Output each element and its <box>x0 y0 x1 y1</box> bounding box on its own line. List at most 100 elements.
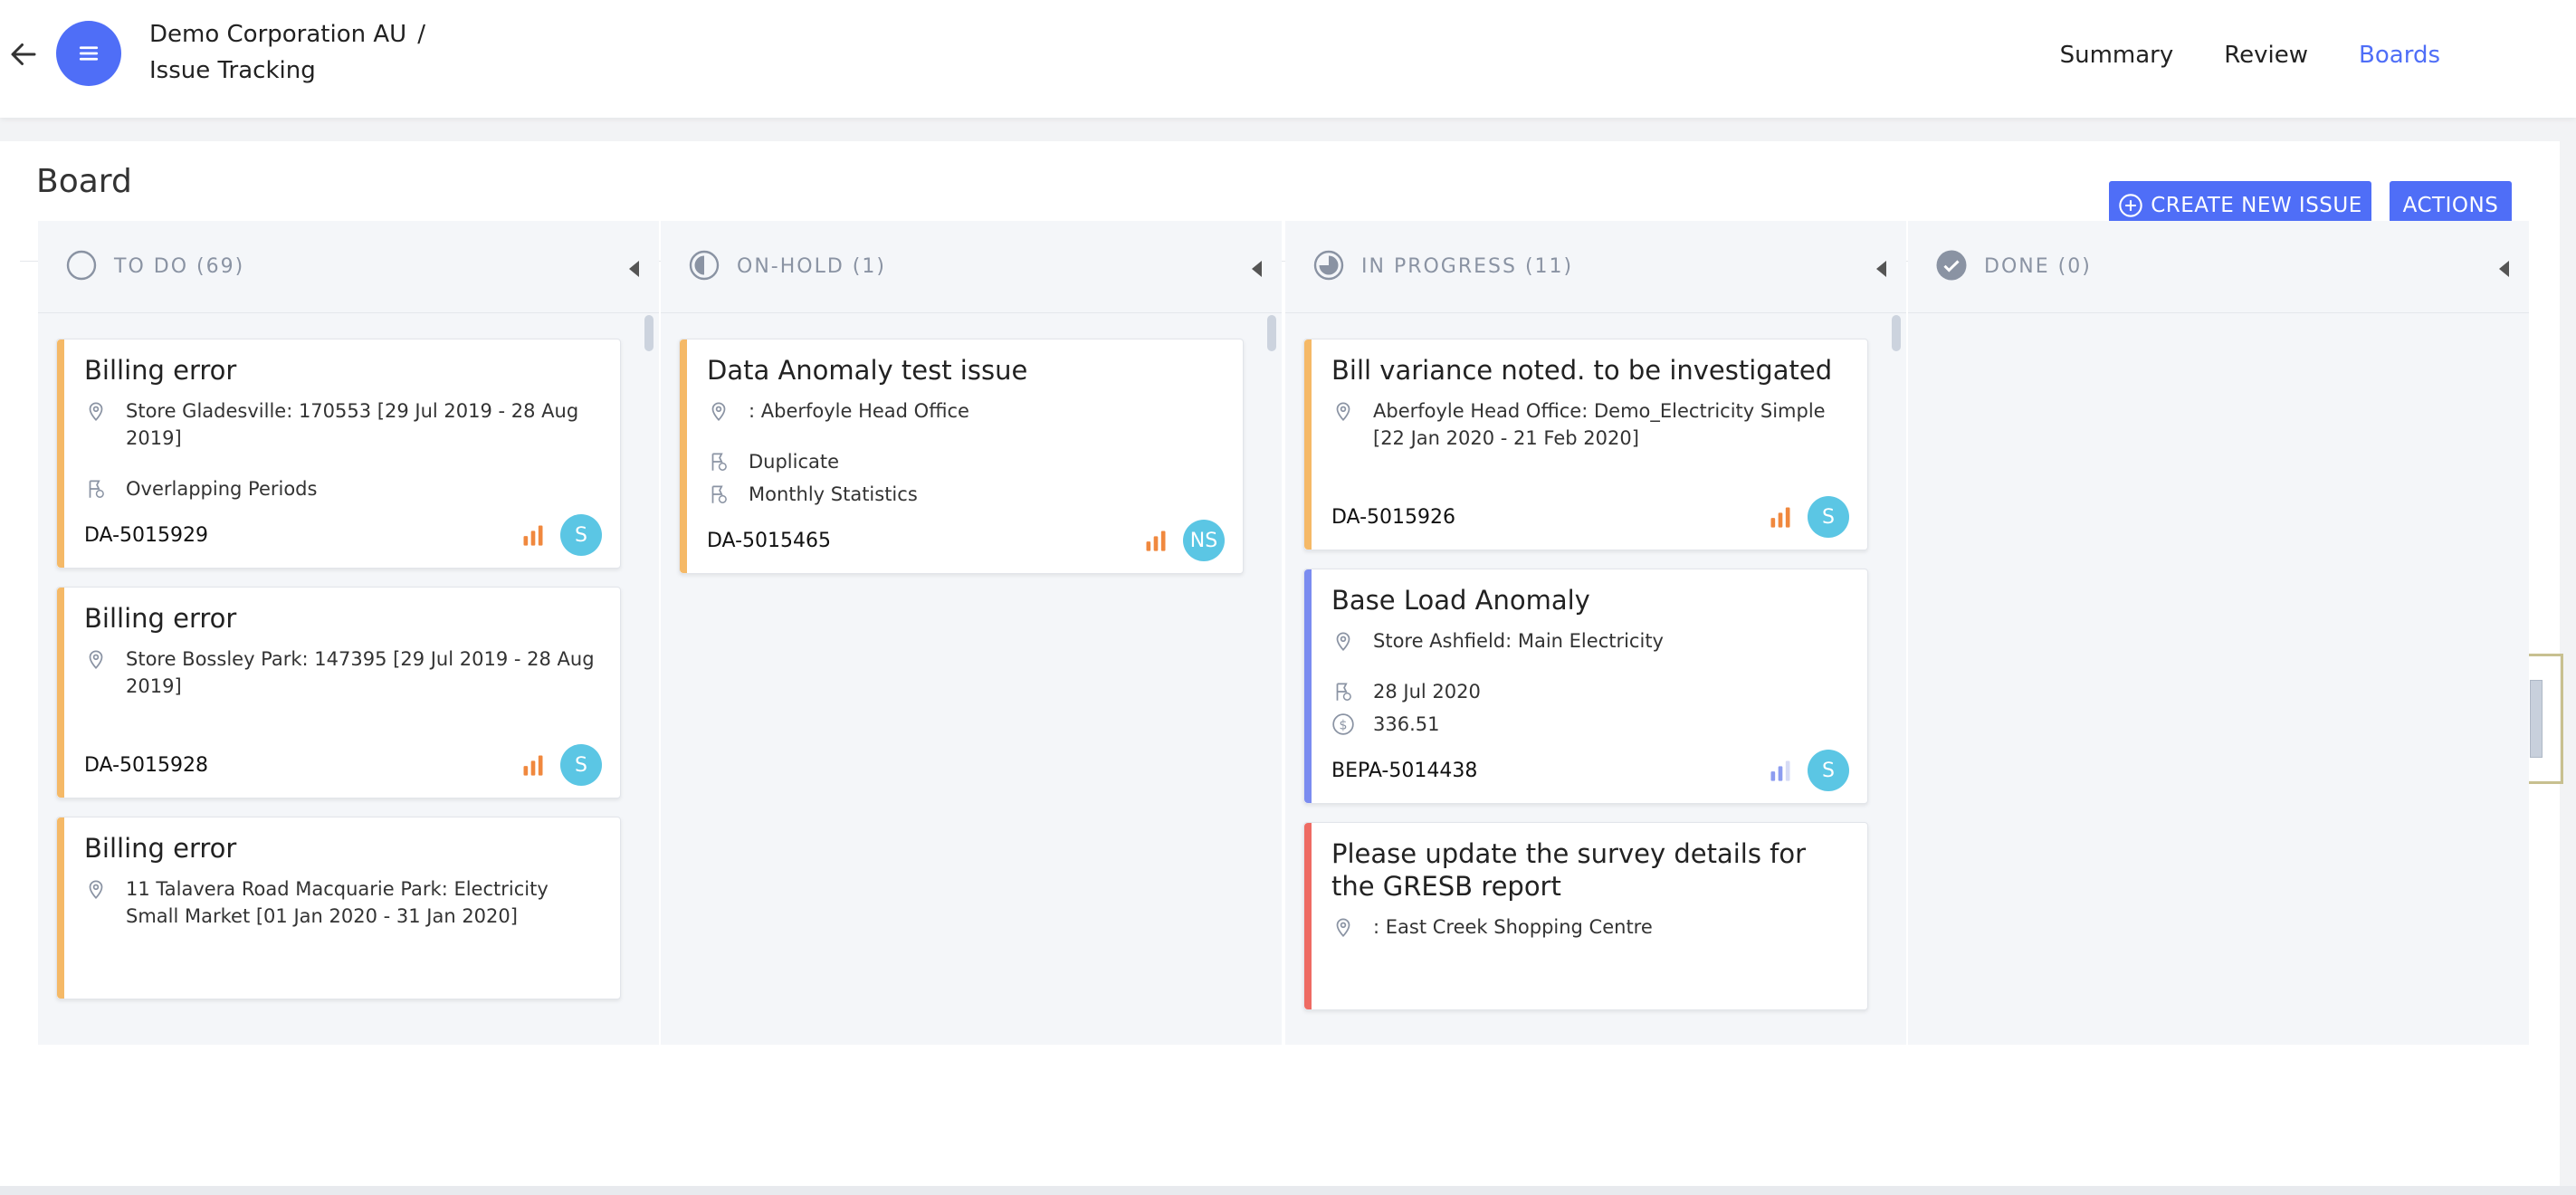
issue-id: BEPA-5014438 <box>1331 759 1478 782</box>
card-location: Aberfoyle Head Office: Demo_Electricity … <box>1331 397 1849 452</box>
flag-icon <box>1336 683 1351 701</box>
issue-card[interactable]: Base Load Anomaly Store Ashfield: Main El… <box>1303 569 1868 804</box>
location-text: : East Creek Shopping Centre <box>1373 916 1653 938</box>
nav-summary[interactable]: Summary <box>2060 42 2174 69</box>
column-header: IN PROGRESS (11) <box>1285 221 1906 313</box>
location-pin-icon <box>89 880 103 899</box>
issue-id: DA-5015929 <box>84 523 209 547</box>
priority-bars-icon <box>1146 531 1166 551</box>
card-list: Data Anomaly test issue: Aberfoyle Head … <box>679 339 1244 592</box>
page-title: Board <box>36 163 132 200</box>
card-title: Please update the survey details for the… <box>1331 838 1807 902</box>
board-column: IN PROGRESS (11) Bill variance noted. to … <box>1285 221 1906 1045</box>
priority-bars-icon <box>1770 507 1790 528</box>
board-column: TO DO (69) Billing error Store Gladesville… <box>38 221 659 1045</box>
column-scrollbar[interactable] <box>1892 315 1901 351</box>
priority-bars-icon <box>523 525 543 546</box>
issue-id: DA-5015926 <box>1331 505 1456 529</box>
location-text: 11 Talavera Road Macquarie Park: Electri… <box>126 878 549 927</box>
top-nav: Summary Review Boards <box>2009 42 2440 69</box>
column-title: IN PROGRESS (11) <box>1361 255 1574 278</box>
flag-text: Overlapping Periods <box>126 478 318 500</box>
card-location: Store Bossley Park: 147395 [29 Jul 2019 … <box>84 645 602 700</box>
card-flag: Duplicate <box>707 448 1225 475</box>
column-scrollbar[interactable] <box>644 315 654 351</box>
flag-icon <box>89 480 104 498</box>
issue-card[interactable]: Bill variance noted. to be investigated A… <box>1303 339 1868 550</box>
breadcrumb: Demo Corporation AU / Issue Tracking <box>149 20 425 89</box>
circle-empty-icon <box>65 249 98 285</box>
issue-card[interactable]: Billing error Store Gladesville: 170553 [… <box>56 339 621 569</box>
location-pin-icon <box>89 650 103 669</box>
breadcrumb-org[interactable]: Demo Corporation AU / <box>149 20 425 49</box>
assignee-avatar[interactable]: S <box>560 514 602 556</box>
breadcrumb-page: Issue Tracking <box>149 57 316 84</box>
collapse-arrow-icon[interactable] <box>1876 261 1886 277</box>
priority-bars-icon <box>523 755 543 776</box>
flag-icon <box>711 485 727 503</box>
card-footer: BEPA-5014438 S <box>1331 738 1849 803</box>
flag-icon <box>711 453 727 471</box>
column-title: DONE (0) <box>1984 255 2092 278</box>
collapse-arrow-icon[interactable] <box>629 261 639 277</box>
flag-text: Monthly Statistics <box>749 483 918 505</box>
assignee-avatar[interactable]: NS <box>1183 520 1225 561</box>
board-column: DONE (0) <box>1908 221 2529 1045</box>
assignee-avatar[interactable]: S <box>1808 496 1849 538</box>
priority-bars-icon <box>1770 760 1790 781</box>
card-location: : East Creek Shopping Centre <box>1331 913 1849 941</box>
location-text: : Aberfoyle Head Office <box>749 400 969 422</box>
card-title: Bill variance noted. to be investigated <box>1331 355 1833 386</box>
card-list: Bill variance noted. to be investigated A… <box>1303 339 1868 1028</box>
card-footer: DA-5015926 S <box>1331 484 1849 550</box>
card-title: Billing error <box>84 833 237 864</box>
board-column: ON-HOLD (1) Data Anomaly test issue: Aber… <box>661 221 1282 1045</box>
location-pin-icon <box>1336 918 1350 937</box>
amount-text: 336.51 <box>1373 713 1440 735</box>
page-scrollbar-thumb[interactable] <box>2530 680 2543 758</box>
card-flag: Overlapping Periods <box>84 475 602 502</box>
column-title: TO DO (69) <box>114 255 245 278</box>
card-meta: S <box>520 514 602 556</box>
issue-card[interactable]: Data Anomaly test issue: Aberfoyle Head … <box>679 339 1244 574</box>
collapse-arrow-icon[interactable] <box>1252 261 1262 277</box>
assignee-avatar[interactable]: S <box>1808 750 1849 791</box>
issue-card[interactable]: Billing error 11 Talavera Road Macquarie … <box>56 817 621 999</box>
card-title: Billing error <box>84 603 237 634</box>
card-title: Base Load Anomaly <box>1331 585 1590 616</box>
card-meta: S <box>1768 750 1849 791</box>
svg-text:$: $ <box>1340 718 1348 732</box>
nav-review[interactable]: Review <box>2224 42 2308 69</box>
issue-id: DA-5015928 <box>84 753 209 777</box>
hamburger-icon <box>79 46 99 61</box>
nav-boards[interactable]: Boards <box>2359 42 2440 69</box>
location-pin-icon <box>711 402 726 421</box>
card-meta: S <box>520 744 602 786</box>
card-flag: 28 Jul 2020 <box>1331 678 1849 705</box>
card-meta: S <box>1768 496 1849 538</box>
collapse-arrow-icon[interactable] <box>2499 261 2509 277</box>
card-location: Store Gladesville: 170553 [29 Jul 2019 -… <box>84 397 602 452</box>
assignee-avatar[interactable]: S <box>560 744 602 786</box>
card-amount: $336.51 <box>1331 711 1849 738</box>
plus-circle-icon <box>2119 194 2142 217</box>
issue-card[interactable]: Billing error Store Bossley Park: 147395 … <box>56 587 621 798</box>
flag-text: 28 Jul 2020 <box>1373 681 1481 703</box>
bottom-strip <box>0 1186 2576 1195</box>
card-meta: NS <box>1143 520 1225 561</box>
column-header: ON-HOLD (1) <box>661 221 1282 313</box>
back-arrow-icon[interactable] <box>7 38 40 71</box>
card-footer: DA-5015928 S <box>84 732 602 798</box>
issue-card[interactable]: Please update the survey details for the… <box>1303 822 1868 1010</box>
location-text: Store Ashfield: Main Electricity <box>1373 630 1664 652</box>
menu-button[interactable] <box>56 21 121 86</box>
circle-half-icon <box>688 249 720 285</box>
column-scrollbar[interactable] <box>1267 315 1276 351</box>
